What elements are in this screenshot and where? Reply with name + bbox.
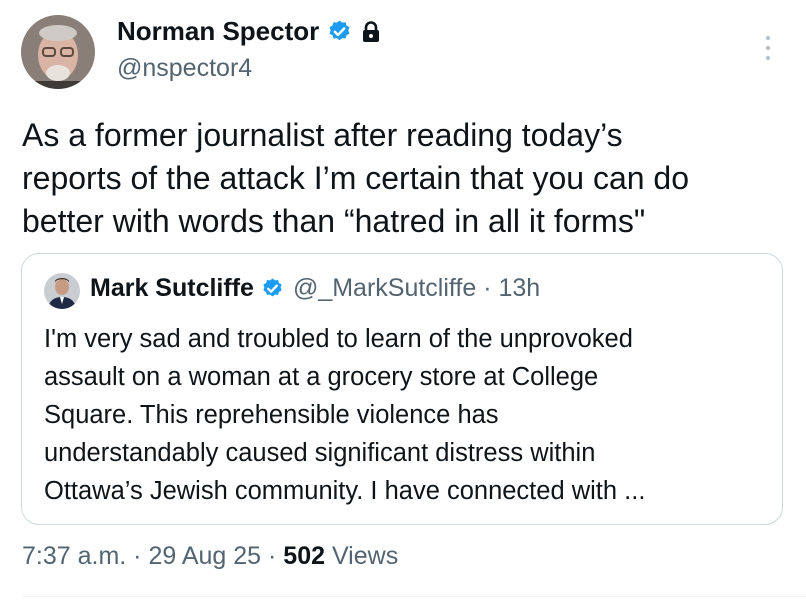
quote-author-handle[interactable]: @_MarkSutcliffe [293,274,476,303]
tweet-text: As a former journalist after reading tod… [22,114,792,243]
quote-verified-badge-icon [263,278,282,297]
quote-text-line: I'm very sad and troubled to learn of th… [44,325,633,353]
quote-text-line: Square. This reprehensible violence has [44,401,499,429]
quoted-tweet[interactable]: Mark Sutcliffe @_MarkSutcliffe · 13h I'm… [21,253,783,525]
quote-header: Mark Sutcliffe @_MarkSutcliffe · 13h [90,274,540,303]
author-avatar[interactable] [21,15,95,89]
tweet-meta: 7:37 a.m. · 29 Aug 25 · 502 Views [22,542,398,571]
divider [22,596,806,597]
lock-icon [363,20,380,42]
meta-separator: · [261,542,284,570]
quote-avatar-image [44,273,80,309]
tweet-text-line: reports of the attack I’m certain that y… [22,160,690,196]
quote-text-line: assault on a woman at a grocery store at… [44,363,599,391]
quote-text-line: Ottawa’s Jewish community. I have connec… [44,477,646,505]
views-label[interactable]: Views [325,542,398,570]
views-count[interactable]: 502 [283,542,325,570]
author-handle[interactable]: @nspector4 [117,54,252,83]
quote-text-line: understandably caused significant distre… [44,439,596,467]
quote-author-avatar[interactable] [44,273,80,309]
quote-separator: · [476,274,499,302]
author-name[interactable]: Norman Spector [117,16,319,47]
tweet-text-line: better with words than “hatred in all it… [22,203,646,239]
meta-separator: · [126,542,149,570]
verified-badge-icon [329,20,350,41]
author-name-row[interactable]: Norman Spector [117,16,381,47]
tweet-date[interactable]: 29 Aug 25 [148,542,261,570]
quote-timestamp[interactable]: 13h [498,274,540,303]
quote-author-name[interactable]: Mark Sutcliffe [90,274,254,303]
more-options-icon[interactable] [763,34,773,62]
author-avatar-image [21,15,95,89]
quote-text: I'm very sad and troubled to learn of th… [44,320,774,510]
tweet-text-line: As a former journalist after reading tod… [22,117,623,153]
tweet-time[interactable]: 7:37 a.m. [22,542,126,570]
